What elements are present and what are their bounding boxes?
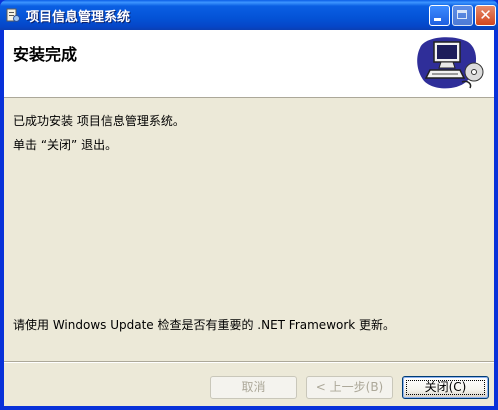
- close-icon: ✕: [479, 6, 492, 24]
- dialog-client: 安装完成 已成功安装 项目信息管理系统。 单击 “关闭” 退出。 请使用 Win…: [4, 30, 494, 406]
- computer-cd-icon: [417, 37, 484, 89]
- success-message: 已成功安装 项目信息管理系统。: [13, 114, 185, 128]
- window-title: 项目信息管理系统: [26, 10, 131, 25]
- installer-icon: [6, 8, 20, 22]
- maximize-icon: [457, 10, 467, 19]
- title-bar[interactable]: 项目信息管理系统 ✕: [0, 0, 498, 30]
- back-button[interactable]: < 上一步(B): [306, 376, 393, 399]
- minimize-icon: [434, 18, 441, 21]
- cancel-button[interactable]: 取消: [210, 376, 297, 399]
- focus-rectangle: [406, 380, 485, 395]
- close-window-button[interactable]: ✕: [475, 5, 496, 26]
- exit-instruction: 单击 “关闭” 退出。: [13, 138, 118, 152]
- installer-window: 项目信息管理系统 ✕ 安装完成 已成功安装 项目信息管理系统。 单击 “关闭” …: [0, 0, 498, 410]
- maximize-button: [452, 5, 473, 26]
- update-notice: 请使用 Windows Update 检查是否有重要的 .NET Framewo…: [13, 318, 396, 332]
- minimize-button[interactable]: [429, 5, 450, 26]
- close-button[interactable]: 关闭(C): [402, 376, 489, 399]
- header-banner: 安装完成: [4, 30, 494, 98]
- page-title: 安装完成: [13, 45, 78, 64]
- footer-divider: [4, 361, 494, 363]
